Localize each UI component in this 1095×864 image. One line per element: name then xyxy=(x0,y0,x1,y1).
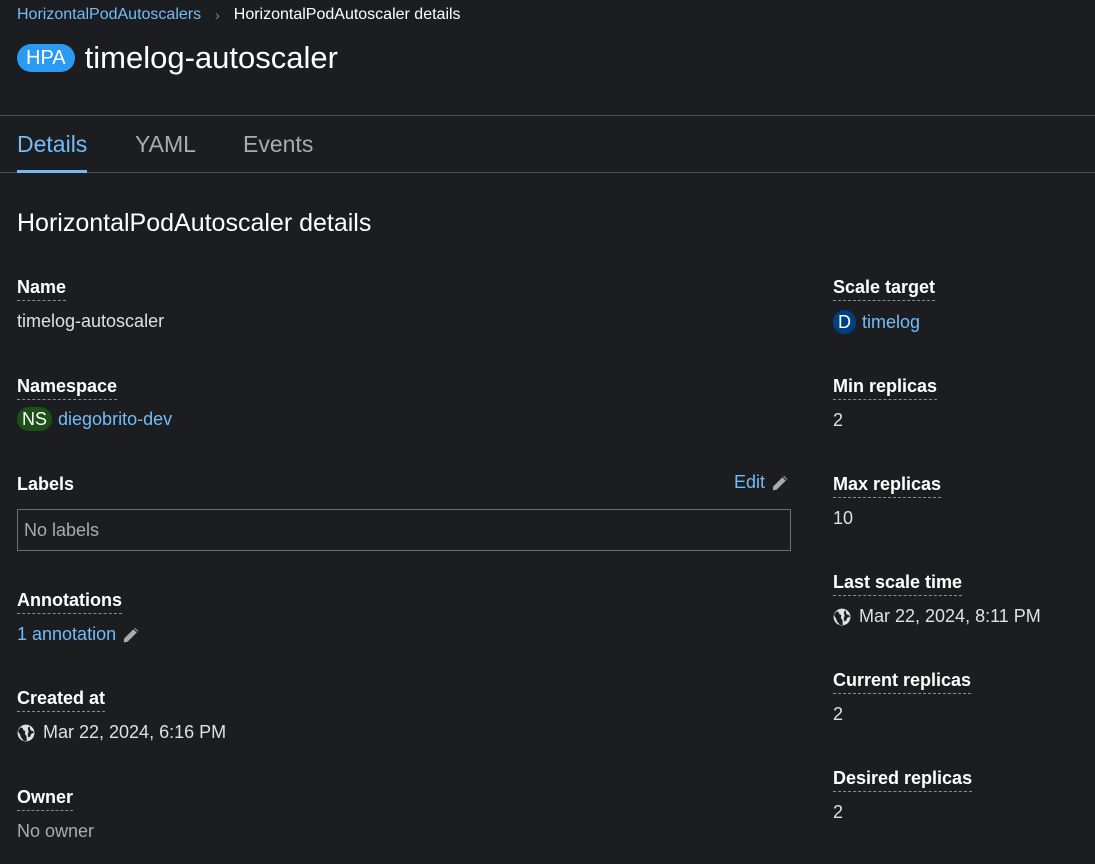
owner-value: No owner xyxy=(17,821,95,841)
chevron-right-icon: › xyxy=(215,7,220,23)
pencil-icon[interactable] xyxy=(122,626,140,644)
scale-target-link[interactable]: timelog xyxy=(862,312,920,333)
labels-box: No labels xyxy=(17,509,791,551)
field-desired-replicas: Desired replicas 2 xyxy=(833,768,973,823)
field-label-last-scale-time: Last scale time xyxy=(833,572,963,596)
page-header: HPA timelog-autoscaler xyxy=(17,40,338,76)
field-scale-target: Scale target D timelog xyxy=(833,277,936,334)
max-replicas-value: 10 xyxy=(833,508,854,528)
name-value: timelog-autoscaler xyxy=(17,311,165,331)
edit-labels-button[interactable]: Edit xyxy=(734,472,789,493)
tab-events[interactable]: Events xyxy=(243,116,313,172)
field-labels: Labels xyxy=(17,474,74,497)
current-replicas-value: 2 xyxy=(833,704,844,724)
field-label-current-replicas: Current replicas xyxy=(833,670,972,694)
field-annotations: Annotations 1 annotation xyxy=(17,590,140,645)
min-replicas-value: 2 xyxy=(833,410,844,430)
field-label-scale-target: Scale target xyxy=(833,277,936,301)
field-label-owner: Owner xyxy=(17,787,74,811)
field-label-min-replicas: Min replicas xyxy=(833,376,938,400)
created-at-text: Mar 22, 2024, 6:16 PM xyxy=(43,722,227,742)
desired-replicas-value: 2 xyxy=(833,802,844,822)
breadcrumb-link-hpas[interactable]: HorizontalPodAutoscalers xyxy=(17,6,201,24)
field-label-desired-replicas: Desired replicas xyxy=(833,768,973,792)
annotations-value: 1 annotation xyxy=(17,624,140,645)
pencil-icon xyxy=(771,474,789,492)
field-label-annotations: Annotations xyxy=(17,590,122,614)
deployment-badge: D xyxy=(833,310,856,334)
scale-target-value: D timelog xyxy=(833,310,935,334)
breadcrumb: HorizontalPodAutoscalers › HorizontalPod… xyxy=(17,6,461,24)
last-scale-time-text: Mar 22, 2024, 8:11 PM xyxy=(859,606,1041,626)
field-last-scale-time: Last scale time Mar 22, 2024, 8:11 PM xyxy=(833,572,1041,627)
created-at-value: Mar 22, 2024, 6:16 PM xyxy=(17,722,226,743)
field-label-labels: Labels xyxy=(17,474,75,494)
edit-labels-label: Edit xyxy=(734,472,766,492)
field-max-replicas: Max replicas 10 xyxy=(833,474,942,529)
field-namespace: Namespace NS diegobrito-dev xyxy=(17,376,172,431)
field-label-name: Name xyxy=(17,277,67,301)
field-label-max-replicas: Max replicas xyxy=(833,474,942,498)
breadcrumb-current: HorizontalPodAutoscaler details xyxy=(233,6,461,23)
annotations-link[interactable]: 1 annotation xyxy=(17,624,116,645)
tab-yaml[interactable]: YAML xyxy=(135,116,196,172)
page-title: timelog-autoscaler xyxy=(84,40,338,75)
field-label-namespace: Namespace xyxy=(17,376,118,400)
field-name: Name timelog-autoscaler xyxy=(17,277,164,332)
field-min-replicas: Min replicas 2 xyxy=(833,376,938,431)
globe-icon xyxy=(17,724,35,742)
tab-details[interactable]: Details xyxy=(17,116,88,173)
field-label-created-at: Created at xyxy=(17,688,106,712)
namespace-value: NS diegobrito-dev xyxy=(17,407,172,431)
resource-type-badge: HPA xyxy=(17,44,75,72)
globe-icon xyxy=(833,608,851,626)
field-current-replicas: Current replicas 2 xyxy=(833,670,972,725)
field-owner: Owner No owner xyxy=(17,787,94,842)
namespace-badge: NS xyxy=(17,407,53,431)
last-scale-time-value: Mar 22, 2024, 8:11 PM xyxy=(833,606,1041,627)
namespace-link[interactable]: diegobrito-dev xyxy=(58,409,172,430)
section-title: HorizontalPodAutoscaler details xyxy=(17,209,372,237)
field-created-at: Created at Mar 22, 2024, 6:16 PM xyxy=(17,688,226,743)
tab-bar: Details YAML Events xyxy=(0,116,1095,173)
